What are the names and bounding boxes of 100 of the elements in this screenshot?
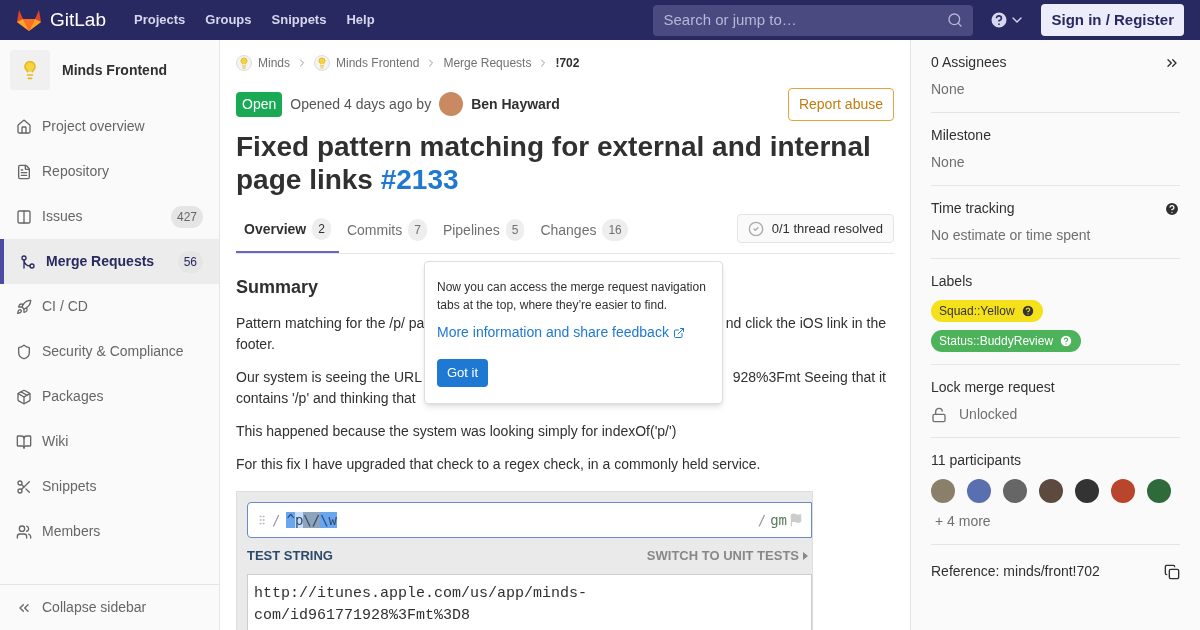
description-text: nd click the iOS link in the [725, 314, 887, 333]
sidebar-item[interactable]: Members [0, 509, 219, 554]
search-field[interactable]: Search or jump to… [653, 4, 974, 36]
participant-avatar[interactable] [1111, 479, 1135, 503]
sidebar-item[interactable]: Merge Requests 56 [0, 239, 219, 284]
description-text: contains '/p' and thinking that [236, 389, 416, 408]
tab[interactable]: Changes 16 [532, 207, 636, 253]
merge-icon [20, 253, 36, 270]
count-badge: 7 [408, 219, 427, 241]
sidebar-item[interactable]: Security & Compliance [0, 329, 219, 374]
issue-link[interactable]: #2133 [380, 164, 459, 195]
regex-pattern: ^p\/\w [286, 510, 338, 530]
search-icon [947, 12, 964, 28]
sidebar-item[interactable]: CI / CD [0, 284, 219, 329]
regex-flags: gm [770, 510, 787, 530]
test-string-line: http://itunes.apple.com/us/app/minds- [254, 584, 589, 604]
description-text: footer. [236, 335, 275, 354]
sidebar-item[interactable]: Project overview [0, 104, 219, 149]
count-badge: 5 [505, 219, 525, 241]
lightbulb-icon [236, 55, 252, 71]
popover-text: Now you can access the merge request navigation tabs at the top, where they’re easier to find. [437, 279, 707, 314]
flag-icon [789, 513, 803, 527]
participant-avatar[interactable] [1075, 479, 1099, 503]
switch-unit-tests-link[interactable]: SWITCH TO UNIT TESTS [646, 546, 799, 566]
sidebar-item[interactable]: Repository [0, 149, 219, 194]
description-text: Our system is seeing the URL [236, 368, 422, 387]
tab[interactable]: Commits 7 [338, 207, 435, 253]
help-icon [989, 10, 1010, 30]
check-circle-icon [747, 220, 764, 237]
breadcrumb-link[interactable]: !702 [555, 54, 580, 72]
section-title: Time tracking [931, 199, 1016, 218]
status-badge: Open [236, 91, 283, 117]
users-icon [16, 523, 32, 540]
section-value: Unlocked [959, 405, 1018, 424]
breadcrumb-link[interactable]: Merge Requests [443, 54, 532, 72]
got-it-button[interactable]: Got it [437, 359, 489, 387]
nav-link[interactable]: Projects [134, 10, 186, 30]
participant-avatar[interactable] [1147, 479, 1171, 503]
report-abuse-button[interactable]: Report abuse [787, 87, 894, 121]
nav-link[interactable]: Groups [205, 10, 252, 30]
threads-resolved-status[interactable]: 0/1 thread resolved [736, 214, 894, 243]
scissors-icon [16, 478, 32, 495]
book-icon [16, 433, 32, 450]
author-link[interactable]: Ben Hayward [471, 93, 560, 115]
shield-icon [16, 343, 32, 360]
lightbulb-icon [10, 50, 50, 90]
participant-avatar[interactable] [1003, 479, 1027, 503]
home-icon [16, 118, 32, 135]
breadcrumb-link[interactable]: Minds Frontend [336, 54, 420, 72]
more-participants-link[interactable]: + 4 more [931, 511, 1180, 532]
breadcrumb-link[interactable]: Minds [258, 54, 290, 72]
lightbulb-icon [314, 55, 330, 71]
reference-text: Reference: minds/front!702 [931, 562, 1101, 581]
section-value: None [931, 80, 966, 99]
description-text: For this fix I have upgraded that check to a regex check, in a commonly held service. [236, 455, 762, 474]
search-input[interactable]: Search or jump to… [663, 8, 948, 32]
sign-in-button[interactable]: Sign in / Register [1041, 4, 1184, 36]
collapse-sidebar-button[interactable]: Collapse sidebar [0, 584, 219, 630]
copy-icon[interactable] [1164, 563, 1180, 580]
regex-delimiter: / [757, 510, 767, 530]
test-string-line: com/id961771928%3Fmt%3D8 [254, 606, 472, 626]
opened-text: Opened 4 days ago by [290, 94, 432, 114]
section-title: 11 participants [931, 451, 1022, 470]
count-badge: 16 [602, 219, 628, 241]
section-title: Lock merge request [931, 378, 1056, 397]
project-name[interactable]: Minds Frontend [62, 59, 167, 81]
tab[interactable]: Pipelines 5 [434, 207, 533, 253]
count-badge: 56 [177, 250, 203, 273]
section-title: 0 Assignees [931, 53, 1008, 72]
count-badge: 2 [312, 218, 331, 240]
nav-link[interactable]: Snippets [271, 10, 327, 30]
section-value: None [931, 153, 966, 172]
feedback-link[interactable]: More information and share feedback [437, 322, 710, 343]
sidebar-item[interactable]: Issues 427 [0, 194, 219, 239]
sidebar-item[interactable]: Packages [0, 374, 219, 419]
description-text: 928%3Fmt Seeing that it [732, 368, 887, 387]
drag-handle-icon [256, 512, 268, 528]
rocket-icon [16, 298, 32, 315]
fox-logo-icon[interactable] [16, 8, 42, 32]
participant-avatar[interactable] [1039, 479, 1063, 503]
unlocked-icon [931, 406, 947, 423]
section-title: Labels [931, 272, 974, 291]
caret-icon [803, 552, 808, 560]
section-title: Milestone [931, 126, 992, 145]
tab[interactable]: Overview 2 [236, 207, 339, 253]
test-string-label: TEST STRING [247, 547, 333, 566]
regex-delimiter: / [272, 510, 281, 530]
test-string-field[interactable]: http://itunes.apple.com/us/app/minds- com/id961771928%3Fmt%3D8 [247, 574, 812, 630]
nav-link[interactable]: Help [346, 10, 375, 30]
brand-name[interactable]: GitLab [50, 5, 106, 35]
label-tag[interactable]: Squad::Yellow [931, 300, 1043, 322]
doc-icon [16, 163, 32, 180]
merge-request-title: Fixed pattern matching for external and internal page links #2133 [236, 130, 872, 196]
section-heading: Summary [236, 276, 319, 299]
package-icon [16, 388, 32, 405]
sidebar-item[interactable]: Wiki [0, 419, 219, 464]
count-badge: 427 [170, 205, 203, 228]
author-avatar [439, 92, 464, 116]
description-text: This happened because the system was looking simply for indexOf('p/') [236, 422, 678, 441]
sidebar-item[interactable]: Snippets [0, 464, 219, 509]
